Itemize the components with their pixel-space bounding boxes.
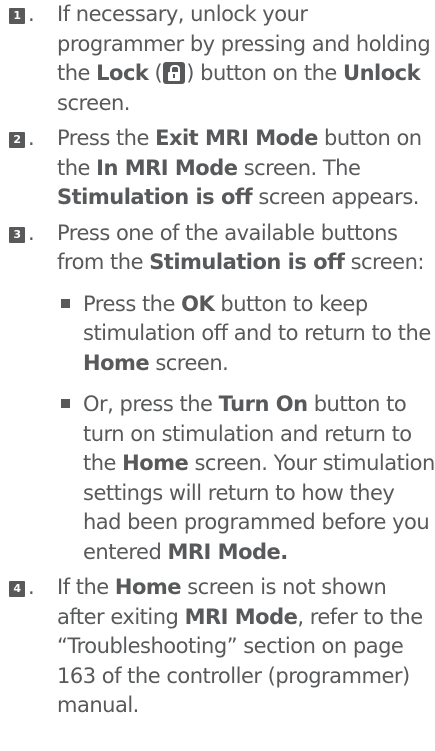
step-number: 3 [9,226,25,243]
lock-button-label: Lock [96,61,149,85]
bullet-square-icon [61,298,70,308]
unlock-screen-label: Unlock [343,61,421,85]
mri-mode-label: MRI Mode [184,604,298,629]
stimulation-off-label: Stimulation is off [57,185,253,209]
home-screen-label: Home [83,350,150,375]
lock-icon [163,62,186,84]
step-4: 4. If the Home screen is not shown after… [9,573,435,721]
ok-button-label: OK [181,291,215,316]
stimulation-off-label: Stimulation is off [149,250,345,274]
bullet-square-icon [61,399,70,408]
bullet-item-turn-on: Or, press the Turn On button to turn on … [9,390,435,567]
step-number: 4 [9,581,25,597]
mri-mode-label: MRI Mode. [167,539,288,564]
step-1: 1. If necessary, unlock your programmer … [9,0,435,118]
step-number: 2 [9,132,25,148]
step-3: 3. Press one of the available buttons fr… [9,219,435,278]
step-2: 2. Press the Exit MRI Mode button on the… [9,124,435,213]
instructions: 1. If necessary, unlock your programmer … [0,0,435,721]
home-screen-label: Home [114,575,182,599]
bullet-item-ok: Press the OK button to keep stimulation … [9,290,435,379]
exit-mri-mode-label: Exit MRI Mode [155,126,318,150]
turn-on-button-label: Turn On [218,392,308,416]
home-screen-label: Home [122,451,189,475]
in-mri-mode-label: In MRI Mode [96,155,238,180]
step-number: 1 [9,8,25,24]
